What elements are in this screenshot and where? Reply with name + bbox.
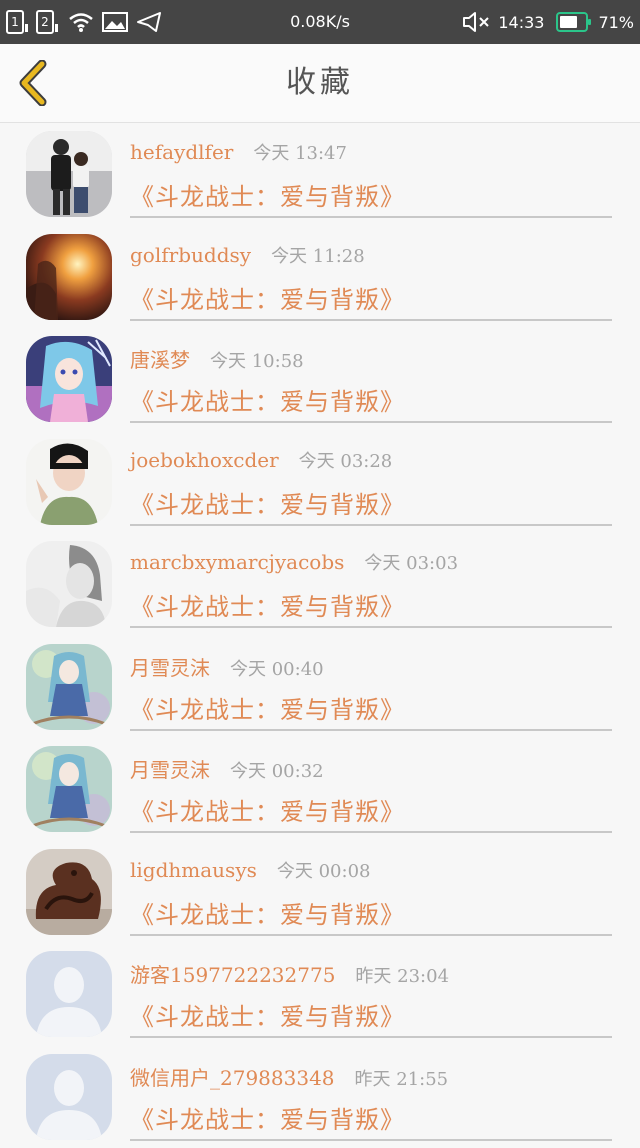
list-item[interactable]: 唐溪梦 今天 10:58 《斗龙战士：爱与背叛》	[0, 328, 640, 431]
avatar[interactable]	[26, 849, 112, 935]
story-title[interactable]: 《斗龙战士：爱与背叛》	[130, 382, 405, 417]
timestamp: 今天 00:08	[277, 857, 371, 883]
avatar[interactable]	[26, 336, 112, 422]
username[interactable]: 唐溪梦	[130, 344, 190, 373]
mute-icon	[462, 11, 492, 33]
username[interactable]: marcbxymarcjyacobs	[130, 550, 344, 574]
username[interactable]: 月雪灵沫	[130, 652, 210, 681]
avatar[interactable]	[26, 746, 112, 832]
battery-percent: 71%	[598, 13, 634, 32]
avatar[interactable]	[26, 541, 112, 627]
avatar[interactable]	[26, 951, 112, 1037]
list-item[interactable]: golfrbuddsy 今天 11:28 《斗龙战士：爱与背叛》	[0, 226, 640, 329]
avatar[interactable]	[26, 644, 112, 730]
avatar[interactable]	[26, 1054, 112, 1140]
item-meta: ligdhmausys 今天 00:08 《斗龙战士：爱与背叛》	[130, 841, 612, 936]
list-item[interactable]: joebokhoxcder 今天 03:28 《斗龙战士：爱与背叛》	[0, 431, 640, 534]
avatar[interactable]	[26, 131, 112, 217]
timestamp: 今天 11:28	[271, 242, 365, 268]
nav-bar: 收藏	[0, 44, 640, 123]
username[interactable]: 月雪灵沫	[130, 754, 210, 783]
page-title: 收藏	[0, 44, 640, 122]
clock: 14:33	[498, 13, 544, 32]
status-right-icons: 14:33 71%	[462, 0, 634, 44]
list-item[interactable]: marcbxymarcjyacobs 今天 03:03 《斗龙战士：爱与背叛》	[0, 533, 640, 636]
list-item[interactable]: 游客1597722232775 昨天 23:04 《斗龙战士：爱与背叛》	[0, 943, 640, 1046]
username[interactable]: joebokhoxcder	[130, 448, 279, 472]
avatar[interactable]	[26, 439, 112, 525]
story-title[interactable]: 《斗龙战士：爱与背叛》	[130, 792, 405, 827]
story-title[interactable]: 《斗龙战士：爱与背叛》	[130, 895, 405, 930]
item-meta: 月雪灵沫 今天 00:32 《斗龙战士：爱与背叛》	[130, 738, 612, 833]
username[interactable]: golfrbuddsy	[130, 243, 251, 267]
favorites-list: hefaydlfer 今天 13:47 《斗龙战士：爱与背叛》 golfrbud…	[0, 123, 640, 1148]
item-meta: 月雪灵沫 今天 00:40 《斗龙战士：爱与背叛》	[130, 636, 612, 731]
timestamp: 昨天 23:04	[355, 962, 449, 988]
username[interactable]: ligdhmausys	[130, 858, 257, 882]
list-item[interactable]: 微信用户_279883348 昨天 21:55 《斗龙战士：爱与背叛》	[0, 1046, 640, 1148]
story-title[interactable]: 《斗龙战士：爱与背叛》	[130, 177, 405, 212]
item-meta: 微信用户_279883348 昨天 21:55 《斗龙战士：爱与背叛》	[130, 1046, 612, 1141]
story-title[interactable]: 《斗龙战士：爱与背叛》	[130, 587, 405, 622]
default-user-icon	[26, 1054, 112, 1140]
timestamp: 今天 00:40	[230, 655, 324, 681]
username[interactable]: hefaydlfer	[130, 140, 233, 164]
timestamp: 今天 00:32	[230, 757, 324, 783]
item-meta: marcbxymarcjyacobs 今天 03:03 《斗龙战士：爱与背叛》	[130, 533, 612, 628]
default-user-icon	[26, 951, 112, 1037]
timestamp: 今天 03:28	[299, 447, 393, 473]
item-meta: joebokhoxcder 今天 03:28 《斗龙战士：爱与背叛》	[130, 431, 612, 526]
avatar[interactable]	[26, 234, 112, 320]
list-item[interactable]: ligdhmausys 今天 00:08 《斗龙战士：爱与背叛》	[0, 841, 640, 944]
status-bar: 1 2 0.08K/s 14:33 71%	[0, 0, 640, 44]
list-item[interactable]: hefaydlfer 今天 13:47 《斗龙战士：爱与背叛》	[0, 123, 640, 226]
list-item[interactable]: 月雪灵沫 今天 00:40 《斗龙战士：爱与背叛》	[0, 636, 640, 739]
timestamp: 今天 13:47	[253, 139, 347, 165]
list-item[interactable]: 月雪灵沫 今天 00:32 《斗龙战士：爱与背叛》	[0, 738, 640, 841]
item-meta: 游客1597722232775 昨天 23:04 《斗龙战士：爱与背叛》	[130, 943, 612, 1038]
item-meta: hefaydlfer 今天 13:47 《斗龙战士：爱与背叛》	[130, 123, 612, 218]
item-meta: 唐溪梦 今天 10:58 《斗龙战士：爱与背叛》	[130, 328, 612, 423]
story-title[interactable]: 《斗龙战士：爱与背叛》	[130, 690, 405, 725]
username[interactable]: 微信用户_279883348	[130, 1062, 335, 1091]
item-meta: golfrbuddsy 今天 11:28 《斗龙战士：爱与背叛》	[130, 226, 612, 321]
story-title[interactable]: 《斗龙战士：爱与背叛》	[130, 485, 405, 520]
story-title[interactable]: 《斗龙战士：爱与背叛》	[130, 1100, 405, 1135]
story-title[interactable]: 《斗龙战士：爱与背叛》	[130, 280, 405, 315]
story-title[interactable]: 《斗龙战士：爱与背叛》	[130, 997, 405, 1032]
username[interactable]: 游客1597722232775	[130, 959, 335, 988]
battery-icon	[556, 12, 588, 32]
timestamp: 今天 10:58	[210, 347, 304, 373]
timestamp: 昨天 21:55	[355, 1065, 449, 1091]
timestamp: 今天 03:03	[364, 549, 458, 575]
